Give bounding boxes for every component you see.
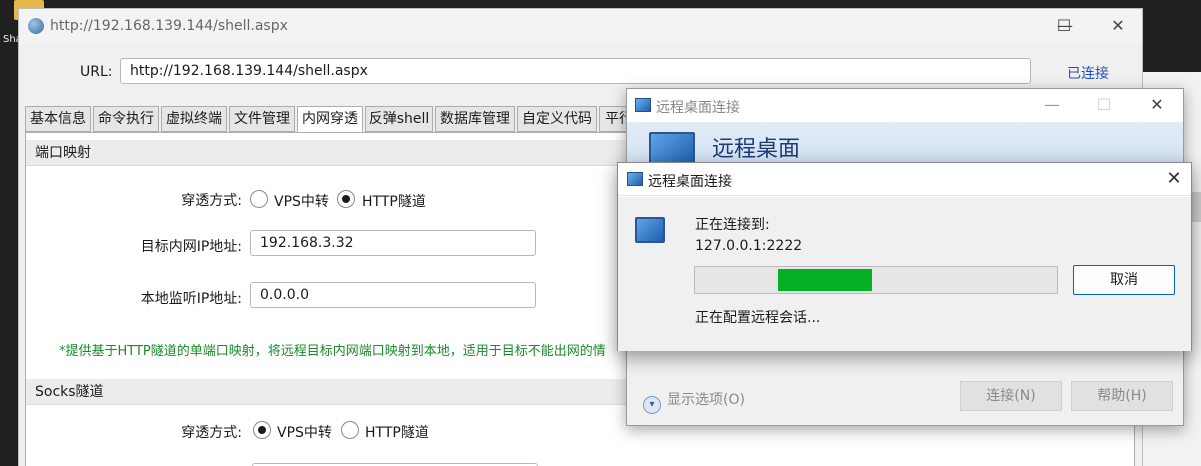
connect-button[interactable]: 连接(N) — [960, 381, 1062, 411]
rdp-icon — [627, 172, 643, 186]
socks-radio-vps[interactable] — [253, 421, 271, 439]
dialog-title-bar[interactable]: 远程桌面连接 ✕ — [618, 163, 1191, 196]
tab-database[interactable]: 数据库管理 — [435, 106, 515, 132]
rdp-main-title-bar[interactable]: 远程桌面连接 — ☐ ✕ — [627, 89, 1183, 122]
rdp-connecting-dialog: 远程桌面连接 ✕ 正在连接到: 127.0.0.1:2222 取消 正在配置远程… — [617, 162, 1192, 351]
target-address: 127.0.0.1:2222 — [695, 238, 803, 254]
pm-mode-label: 穿透方式: — [181, 193, 242, 209]
port-mapping-note: *提供基于HTTP隧道的单端口映射，将远程目标内网端口映射到本地，适用于目标不能… — [59, 344, 606, 359]
connecting-to-label: 正在连接到: — [695, 217, 770, 233]
rdp-maximize-button: ☐ — [1096, 95, 1112, 114]
tab-file-manager[interactable]: 文件管理 — [229, 106, 295, 132]
local-ip-label: 本地监听IP地址: — [140, 291, 242, 307]
rdp-minimize-button[interactable]: — — [1037, 94, 1067, 116]
url-input[interactable]: http://192.168.139.144/shell.aspx — [120, 58, 1031, 84]
pm-radio-vps[interactable] — [250, 190, 268, 208]
status-text: 正在配置远程会话... — [695, 310, 821, 326]
connection-progress-bar — [694, 266, 1058, 294]
dialog-body: 正在连接到: 127.0.0.1:2222 取消 正在配置远程会话... — [618, 197, 1191, 351]
help-button[interactable]: 帮助(H) — [1071, 381, 1173, 411]
connection-status: 已连接 — [1067, 66, 1109, 82]
monitor-icon — [649, 132, 695, 166]
tab-intranet-tunnel[interactable]: 内网穿透 — [297, 106, 363, 133]
window-title: http://192.168.139.144/shell.aspx — [50, 18, 288, 34]
dialog-close-button[interactable]: ✕ — [1164, 168, 1184, 190]
socks-radio-http[interactable] — [341, 421, 359, 439]
pm-radio-http-label[interactable]: HTTP隧道 — [362, 191, 426, 211]
tab-virtual-terminal[interactable]: 虚拟终端 — [161, 106, 227, 132]
target-ip-input[interactable]: 192.168.3.32 — [250, 230, 536, 256]
show-options-label: 显示选项(O) — [667, 392, 745, 408]
url-label: URL: — [80, 64, 113, 80]
progress-fill — [778, 269, 872, 291]
rdp-main-title: 远程桌面连接 — [656, 100, 740, 116]
show-options-toggle[interactable]: ▾ 显示选项(O) — [643, 389, 745, 414]
title-bar[interactable]: http://192.168.139.144/shell.aspx — ☐ ✕ — [19, 9, 1142, 43]
socks-mode-label: 穿透方式: — [181, 425, 242, 441]
pm-radio-vps-label[interactable]: VPS中转 — [274, 191, 329, 211]
rdp-icon — [635, 98, 651, 112]
rdp-close-button[interactable]: ✕ — [1142, 94, 1172, 116]
tab-custom-code[interactable]: 自定义代码 — [517, 106, 597, 132]
close-button[interactable]: ✕ — [1103, 15, 1133, 37]
cancel-button[interactable]: 取消 — [1073, 265, 1175, 295]
rdp-banner-title: 远程桌面 — [712, 137, 801, 162]
target-ip-label: 目标内网IP地址: — [140, 239, 242, 255]
tab-basic-info[interactable]: 基本信息 — [25, 106, 91, 132]
pm-radio-http[interactable] — [337, 190, 355, 208]
tab-reverse-shell[interactable]: 反弹shell — [365, 106, 433, 132]
monitor-icon — [635, 217, 665, 243]
rdp-banner: 远程桌面 — [627, 122, 1183, 166]
expand-chevron-icon: ▾ — [643, 396, 661, 414]
app-icon — [28, 18, 44, 34]
tab-command-exec[interactable]: 命令执行 — [93, 106, 159, 132]
socks-radio-http-label[interactable]: HTTP隧道 — [365, 422, 429, 442]
maximize-button[interactable]: ☐ — [1049, 15, 1079, 37]
socks-radio-vps-label[interactable]: VPS中转 — [277, 422, 332, 442]
local-ip-input[interactable]: 0.0.0.0 — [250, 282, 536, 308]
dialog-title: 远程桌面连接 — [648, 174, 732, 190]
